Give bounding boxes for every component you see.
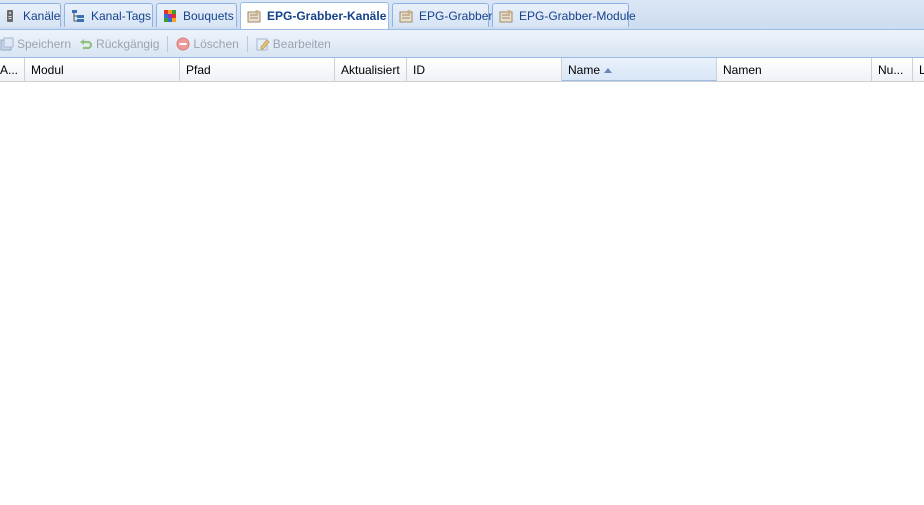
grabber-icon: [247, 9, 261, 23]
toolbar-separator: [246, 35, 248, 52]
tab-label: Kanäle: [23, 8, 61, 23]
column-header[interactable]: L: [913, 58, 924, 81]
column-header-name[interactable]: Name: [562, 58, 717, 81]
column-header[interactable]: A...: [0, 58, 25, 81]
tab-channel-tags[interactable]: Kanal-Tags: [64, 3, 153, 27]
column-header-pfad[interactable]: Pfad: [180, 58, 335, 81]
edit-icon: [256, 37, 270, 51]
tab-label: EPG-Grabber: [419, 8, 493, 23]
tab-epg-grabber[interactable]: EPG-Grabber: [392, 3, 493, 27]
tab-label: Bouquets: [183, 8, 234, 23]
tab-label: EPG-Grabber-Module: [519, 8, 636, 23]
column-header-aktualisiert[interactable]: Aktualisiert: [335, 58, 407, 81]
edit-button[interactable]: Bearbeiten: [252, 33, 335, 55]
color-grid-icon: [163, 9, 177, 23]
tab-label: EPG-Grabber-Kanäle: [267, 9, 387, 23]
toolbar: Speichern Rückgängig Löschen Bearbeiten: [0, 30, 924, 58]
grid-header: A... Modul Pfad Aktualisiert ID Name Nam…: [0, 58, 924, 82]
delete-button[interactable]: Löschen: [172, 33, 242, 55]
column-header-number[interactable]: Nu...: [872, 58, 913, 81]
undo-icon: [79, 37, 93, 51]
undo-button[interactable]: Rückgängig: [75, 33, 163, 55]
tag-tree-icon: [71, 9, 85, 23]
tab-channels[interactable]: Kanäle: [0, 3, 61, 27]
column-header-namen[interactable]: Namen: [717, 58, 872, 81]
grabber-icon: [499, 9, 513, 23]
save-icon: [0, 37, 14, 51]
column-header-id[interactable]: ID: [407, 58, 562, 81]
sort-ascending-icon: [604, 68, 613, 74]
grid-body[interactable]: [0, 82, 924, 505]
remote-icon: [3, 9, 17, 23]
toolbar-separator: [167, 35, 169, 52]
save-button[interactable]: Speichern: [0, 33, 75, 55]
delete-icon: [176, 37, 190, 51]
tab-epg-grabber-channels[interactable]: EPG-Grabber-Kanäle: [240, 2, 389, 29]
column-header-modul[interactable]: Modul: [25, 58, 180, 81]
tab-bar: Kanäle Kanal-Tags Bouquets EPG-Grabber-K…: [0, 0, 924, 30]
tab-epg-grabber-modules[interactable]: EPG-Grabber-Module: [492, 3, 636, 27]
grabber-icon: [399, 9, 413, 23]
tab-label: Kanal-Tags: [91, 8, 152, 23]
tab-bouquets[interactable]: Bouquets: [156, 3, 237, 27]
